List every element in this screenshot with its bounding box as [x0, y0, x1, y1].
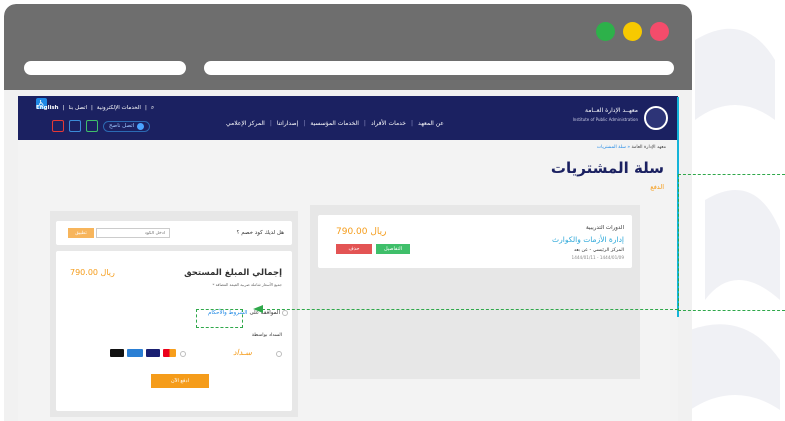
browser-chrome — [4, 4, 692, 90]
logout-icon[interactable] — [52, 120, 64, 132]
pay-now-button[interactable]: ادفع الآن — [151, 374, 209, 388]
nav-item-media[interactable]: المركز الإعلامي — [226, 120, 265, 127]
chat-icon — [137, 122, 145, 130]
total-amount-label: إجمالي المبلغ المستحق — [184, 268, 282, 278]
course-price: 790.00 ريال — [336, 227, 387, 237]
sadad-logo: سـداد — [232, 348, 252, 357]
coupon-question: هل لديك كود خصم ؟ — [236, 230, 284, 236]
cart-item: الدورات التدريبية إدارة الأزمات والكوارث… — [318, 215, 632, 268]
nav-item-corporate[interactable]: الخدمات المؤسسية — [310, 120, 359, 127]
main-nav: عن المعهد | خدمات الأفراد | الخدمات المؤ… — [226, 120, 444, 127]
nav-item-individuals[interactable]: خدمات الأفراد — [371, 120, 406, 127]
header-icon-row: اتصل ناصح — [52, 120, 151, 132]
site-logo-name[interactable]: معهــد الإدارة العــامة — [585, 107, 638, 114]
site-header: ♿ ⌕ | الخدمات الإلكترونية | اتصل بنا | E… — [18, 96, 678, 140]
page-title: سلة المشتريات — [550, 159, 664, 177]
cart-icon[interactable] — [86, 120, 98, 132]
site-logo-icon[interactable] — [644, 106, 668, 130]
mastercard-icon — [163, 349, 176, 357]
total-amount: 790.00 ريال — [70, 268, 115, 277]
user-icon[interactable] — [69, 120, 81, 132]
mada-icon — [127, 349, 143, 357]
visa-icon — [146, 349, 160, 357]
payment-methods: سـداد — [82, 348, 282, 360]
address-bar[interactable] — [204, 61, 674, 75]
annotation-arrow-line — [262, 309, 678, 310]
annotation-callout-box — [678, 174, 785, 311]
breadcrumb-current: سلة المشتريات — [596, 145, 626, 150]
language-toggle[interactable]: English — [36, 105, 59, 111]
course-details-button[interactable]: التفاصيل — [376, 244, 410, 254]
pay-by-label: السداد بواسطة — [251, 333, 282, 338]
search-icon[interactable]: ⌕ — [151, 104, 154, 112]
course-delete-button[interactable]: حذف — [336, 244, 372, 254]
chat-advisor-label: اتصل ناصح — [109, 123, 135, 129]
card-logos — [110, 349, 176, 357]
coupon-apply-button[interactable]: تطبيق — [68, 228, 94, 238]
page-subtitle: الدفع — [650, 183, 664, 191]
nav-item-publications[interactable]: إصداراتنا — [277, 120, 298, 127]
annotation-highlight-box — [196, 309, 243, 328]
chat-advisor-button[interactable]: اتصل ناصح — [103, 120, 151, 132]
breadcrumb: معهد الإدارة العامة « سلة المشتريات — [596, 145, 666, 150]
annotation-arrow-icon — [253, 305, 263, 313]
topbar-link-contact[interactable]: اتصل بنا — [68, 105, 87, 111]
top-links: ⌕ | الخدمات الإلكترونية | اتصل بنا | Eng… — [36, 104, 155, 112]
screenshot-stage: ♿ ⌕ | الخدمات الإلكترونية | اتصل بنا | E… — [0, 0, 785, 421]
applepay-icon — [110, 349, 124, 357]
course-location: المركز الرئيسي - عن بعد — [573, 248, 624, 253]
window-minimize-button[interactable] — [623, 22, 642, 41]
cart-items-panel: الدورات التدريبية إدارة الأزمات والكوارث… — [310, 205, 640, 379]
course-dates: 1444/01/11 - 1444/01/09 — [571, 255, 624, 260]
card-radio[interactable] — [180, 351, 186, 357]
page-viewport: ♿ ⌕ | الخدمات الإلكترونية | اتصل بنا | E… — [18, 96, 678, 421]
payment-panel: هل لديك كود خصم ؟ تطبيق إجمالي المبلغ ال… — [50, 211, 298, 417]
course-name-link[interactable]: إدارة الأزمات والكوارث — [552, 235, 624, 244]
vat-note: * جميع الأسعار شاملة ضريبة القيمة المضاف… — [212, 282, 282, 287]
coupon-code-input[interactable] — [96, 228, 170, 238]
sadad-radio[interactable] — [276, 351, 282, 357]
window-close-button[interactable] — [650, 22, 669, 41]
course-type: الدورات التدريبية — [585, 225, 624, 231]
nav-item-about[interactable]: عن المعهد — [418, 120, 444, 127]
breadcrumb-home[interactable]: معهد الإدارة العامة — [632, 145, 666, 150]
window-maximize-button[interactable] — [596, 22, 615, 41]
coupon-section: هل لديك كود خصم ؟ تطبيق — [56, 221, 292, 245]
terms-radio[interactable] — [282, 310, 288, 316]
browser-tab-placeholder[interactable] — [24, 61, 186, 75]
site-logo-subtitle: Institute of Public Administration — [572, 117, 638, 122]
payment-summary: إجمالي المبلغ المستحق * جميع الأسعار شام… — [56, 251, 292, 411]
topbar-link-eservices[interactable]: الخدمات الإلكترونية — [97, 105, 141, 111]
browser-window: ♿ ⌕ | الخدمات الإلكترونية | اتصل بنا | E… — [4, 4, 692, 421]
